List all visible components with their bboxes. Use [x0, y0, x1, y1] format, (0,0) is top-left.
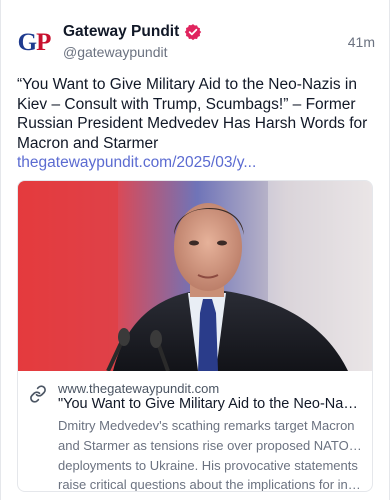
link-icon — [30, 385, 46, 403]
preview-description-line: and Starmer as tensions rise over propos… — [58, 437, 364, 453]
link-preview-card[interactable]: www.thegatewaypundit.com "You Want to Gi… — [17, 180, 373, 492]
gateway-pundit-logo: GP — [17, 29, 52, 57]
author-display-name[interactable]: Gateway Pundit — [63, 23, 179, 41]
preview-title[interactable]: "You Want to Give Military Aid to the Ne… — [58, 396, 364, 412]
avatar[interactable]: GP — [17, 26, 52, 60]
preview-description: Dmitry Medvedev's scathing remarks targe… — [58, 416, 364, 492]
preview-body: www.thegatewaypundit.com "You Want to Gi… — [18, 371, 372, 491]
preview-description-line: deployments to Ukraine. His provocative … — [58, 457, 358, 473]
author-block: Gateway Pundit @gatewaypundit — [63, 22, 202, 60]
preview-description-line: Dmitry Medvedev's scathing remarks targe… — [58, 418, 355, 433]
logo-letter-p: P — [36, 29, 51, 56]
photo — [18, 181, 372, 371]
logo-letter-g: G — [17, 29, 37, 56]
preview-domain: www.thegatewaypundit.com — [58, 381, 220, 396]
verified-badge-icon — [185, 24, 202, 41]
preview-description-line: raise critical questions about the impli… — [58, 477, 364, 492]
post-link[interactable]: thegatewaypundit.com/2025/03/y... — [17, 153, 375, 173]
post-text: “You Want to Give Military Aid to the Ne… — [17, 76, 368, 152]
author-handle[interactable]: @gatewaypundit — [63, 44, 202, 60]
post-timestamp[interactable]: 41m — [348, 34, 375, 50]
post-card[interactable]: GP Gateway Pundit @gatewaypundit 41m “Yo… — [0, 0, 390, 500]
preview-image[interactable] — [18, 181, 372, 371]
post-header: GP Gateway Pundit @gatewaypundit 41m — [17, 22, 375, 62]
post-body: “You Want to Give Military Aid to the Ne… — [17, 75, 375, 173]
